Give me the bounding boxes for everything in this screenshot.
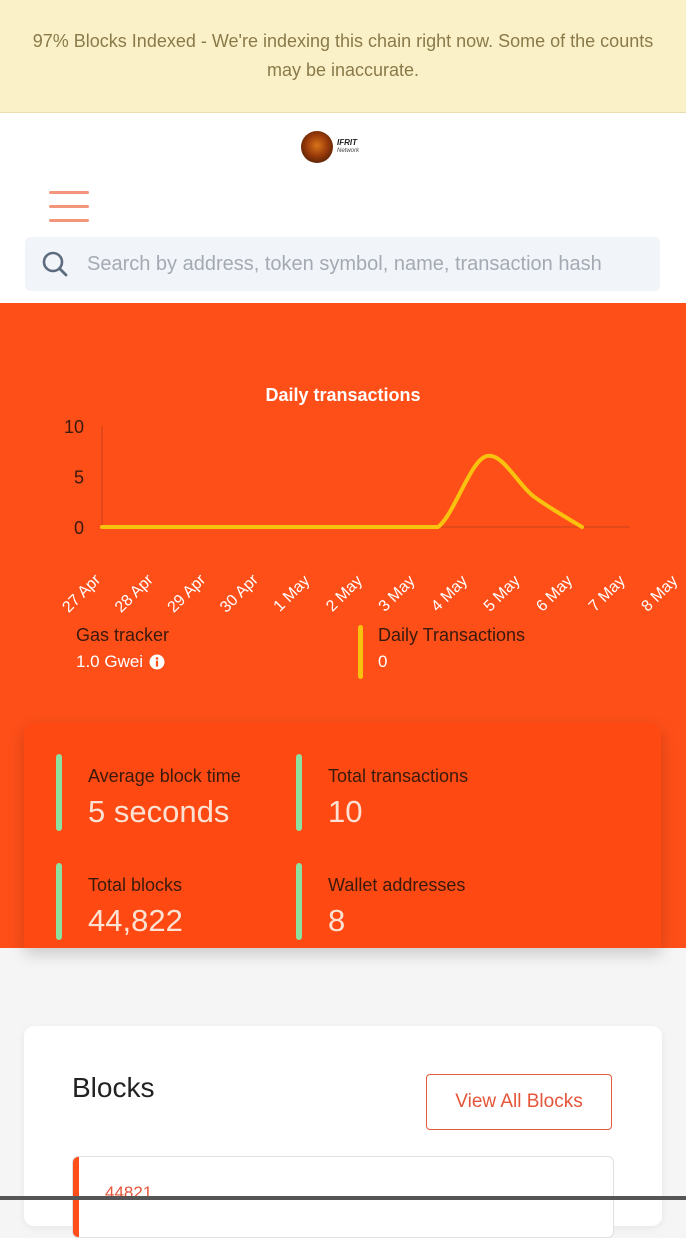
chart-x-tick-label: 7 May: [586, 572, 629, 613]
blocks-title: Blocks: [72, 1072, 155, 1103]
chart-x-tick-label: 28 Apr: [112, 571, 157, 613]
search-bar: [25, 237, 660, 291]
chart-x-tick-label: 3 May: [376, 572, 419, 613]
stat-label: Total blocks: [88, 875, 183, 895]
gas-tracker: Gas tracker 1.0 Gwei: [76, 625, 169, 672]
daily-transactions-summary: Daily Transactions 0: [358, 625, 526, 679]
stat-value: 8: [328, 903, 346, 938]
chart-x-tick-label: 6 May: [533, 572, 576, 613]
stat-value: 44,822: [88, 903, 183, 938]
logo-text: IFRIT Network: [337, 138, 359, 156]
chart-x-tick-label: 27 Apr: [59, 571, 104, 613]
stat-color-bar: [296, 863, 302, 940]
chart-x-tick-label: 4 May: [428, 572, 471, 613]
ifrit-logo-icon: [301, 131, 333, 163]
stat-value: 10: [328, 794, 363, 829]
chart-series-line: [100, 453, 584, 529]
stat-value: 5 seconds: [88, 794, 230, 829]
chart-y-tick-label: 10: [64, 417, 84, 437]
chart-x-tick-label: 2 May: [323, 572, 366, 613]
indexing-banner: 97% Blocks Indexed - We're indexing this…: [0, 0, 686, 113]
search-input[interactable]: [87, 237, 655, 291]
header: IFRIT Network: [0, 113, 686, 303]
stat-label: Wallet addresses: [328, 875, 466, 895]
daily-transactions-chart: Daily transactions 27 Apr 28 Apr 29 Apr 30 …: [59, 385, 681, 613]
stats-panel: Average block time 5 seconds Total trans…: [24, 723, 661, 948]
gas-tracker-value-row: 1.0 Gwei: [76, 652, 169, 672]
chart-x-tick-label: 29 Apr: [165, 571, 210, 613]
chart-x-tick-label: 1 May: [271, 572, 314, 613]
chart-y-tick-label: 5: [74, 468, 84, 488]
hamburger-menu-icon[interactable]: [49, 191, 89, 223]
chart-x-tick-label: 5 May: [481, 572, 524, 613]
block-number-link[interactable]: 44821: [105, 1183, 152, 1203]
stat-color-bar: [296, 754, 302, 831]
stat-color-bar: [56, 863, 62, 940]
bottom-edge: [0, 1196, 686, 1200]
stat-color-bar: [56, 754, 62, 831]
chart-x-tick-label: 30 Apr: [217, 571, 262, 613]
gas-tracker-value: 1.0 Gwei: [76, 652, 144, 671]
chart-y-tick-label: 0: [74, 518, 84, 538]
logo-title: IFRIT: [337, 138, 357, 147]
view-all-blocks-button[interactable]: View All Blocks: [426, 1074, 612, 1130]
logo-subtitle: Network: [337, 148, 360, 154]
gas-tracker-label: Gas tracker: [76, 625, 170, 645]
stat-label: Average block time: [88, 766, 241, 786]
stat-label: Total transactions: [328, 766, 469, 786]
chart-title: Daily transactions: [265, 385, 420, 405]
indexing-banner-text: 97% Blocks Indexed - We're indexing this…: [32, 31, 654, 80]
chart-x-tick-label: 8 May: [638, 572, 681, 613]
search-icon[interactable]: [41, 250, 69, 278]
daily-transactions-value: 0: [378, 652, 388, 671]
daily-transactions-color-bar: [358, 625, 363, 679]
daily-transactions-label: Daily Transactions: [378, 625, 526, 645]
info-icon[interactable]: [149, 654, 165, 670]
logo[interactable]: IFRIT Network: [301, 131, 359, 163]
